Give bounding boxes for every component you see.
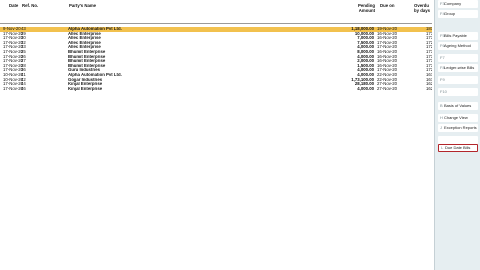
shortcut-key: F7 — [440, 55, 445, 60]
button-label: Bills Payable — [444, 33, 467, 38]
button-bar: F3 Company F4 Group F5 Bills Payable F6 Ageing … — [434, 0, 480, 270]
sidebar-button-bills-payable[interactable]: F5 Bills Payable — [438, 32, 478, 40]
shortcut-key: F10 — [440, 89, 447, 94]
button-label: Ageing Method — [444, 43, 471, 48]
party-name-cell: Kinjal Enterprise — [68, 86, 103, 91]
button-label: Company — [444, 1, 462, 6]
shortcut-key: J — [440, 125, 442, 130]
overdue-column-header: Overdu by days — [414, 3, 432, 13]
pending-amount-cell: 4,000.00 — [357, 85, 374, 91]
shortcut-key: B — [440, 103, 443, 108]
party-name-column-header: Party's Name — [69, 3, 97, 8]
overdue-days-cell: 162 — [426, 86, 432, 91]
sidebar-button-empty[interactable] — [438, 136, 478, 144]
pending-amount-column-header: Pending Amount — [355, 3, 375, 13]
sidebar-button-basis-of-values[interactable]: B Basis of Values — [438, 102, 478, 110]
sidebar-button-ledger-wise-bills[interactable]: F8 Ledger-wise Bills — [438, 64, 478, 72]
ref-no-cell: 46 — [21, 85, 26, 91]
table-row[interactable]: 17-Nov-20 46 Kinjal Enterprise 4,000.00 27-N… — [0, 85, 432, 92]
due-on-column-header: Due on — [380, 3, 395, 8]
sidebar-button-empty[interactable]: F10 — [438, 88, 478, 96]
due-on-cell: 27-Nov-20 — [377, 85, 398, 91]
sidebar-button-due-date-bills[interactable]: L Due Date Bills — [438, 144, 478, 152]
sidebar-button-change-view[interactable]: H Change View — [438, 114, 478, 122]
button-label: Change View — [444, 115, 468, 120]
column-header: Date Ref. No. Party's Name Pending Amoun… — [0, 0, 432, 24]
date-cell: 17-Nov-20 — [3, 85, 24, 91]
sidebar-button-exception-reports[interactable]: J Exception Reports — [438, 124, 478, 132]
sidebar-button-ageing-method[interactable]: F6 Ageing Method — [438, 42, 478, 50]
sidebar-button-group[interactable]: F4 Group — [438, 10, 478, 18]
button-label: Ledger-wise Bills — [444, 65, 475, 70]
date-column-header: Date — [9, 3, 19, 8]
sidebar-button-empty[interactable]: F9 — [438, 76, 478, 84]
button-label: Group — [444, 11, 456, 16]
shortcut-key: H — [440, 115, 443, 120]
amount-label: Amount — [358, 8, 375, 13]
button-label: Exception Reports — [444, 125, 477, 130]
bills-table: 9-Nov-20 43 Alpha Automation Pvt Ltd. 1,18,… — [0, 26, 432, 92]
sidebar-button-empty[interactable]: F7 — [438, 54, 478, 62]
button-label: Due Date Bills — [445, 145, 471, 150]
shortcut-key: F9 — [440, 77, 445, 82]
shortcut-key: L — [441, 145, 444, 150]
ref-no-column-header: Ref. No. — [22, 3, 39, 8]
button-label: Basis of Values — [444, 103, 472, 108]
by-days-label: by days — [414, 8, 431, 13]
sidebar-button-company[interactable]: F3 Company — [438, 0, 478, 8]
